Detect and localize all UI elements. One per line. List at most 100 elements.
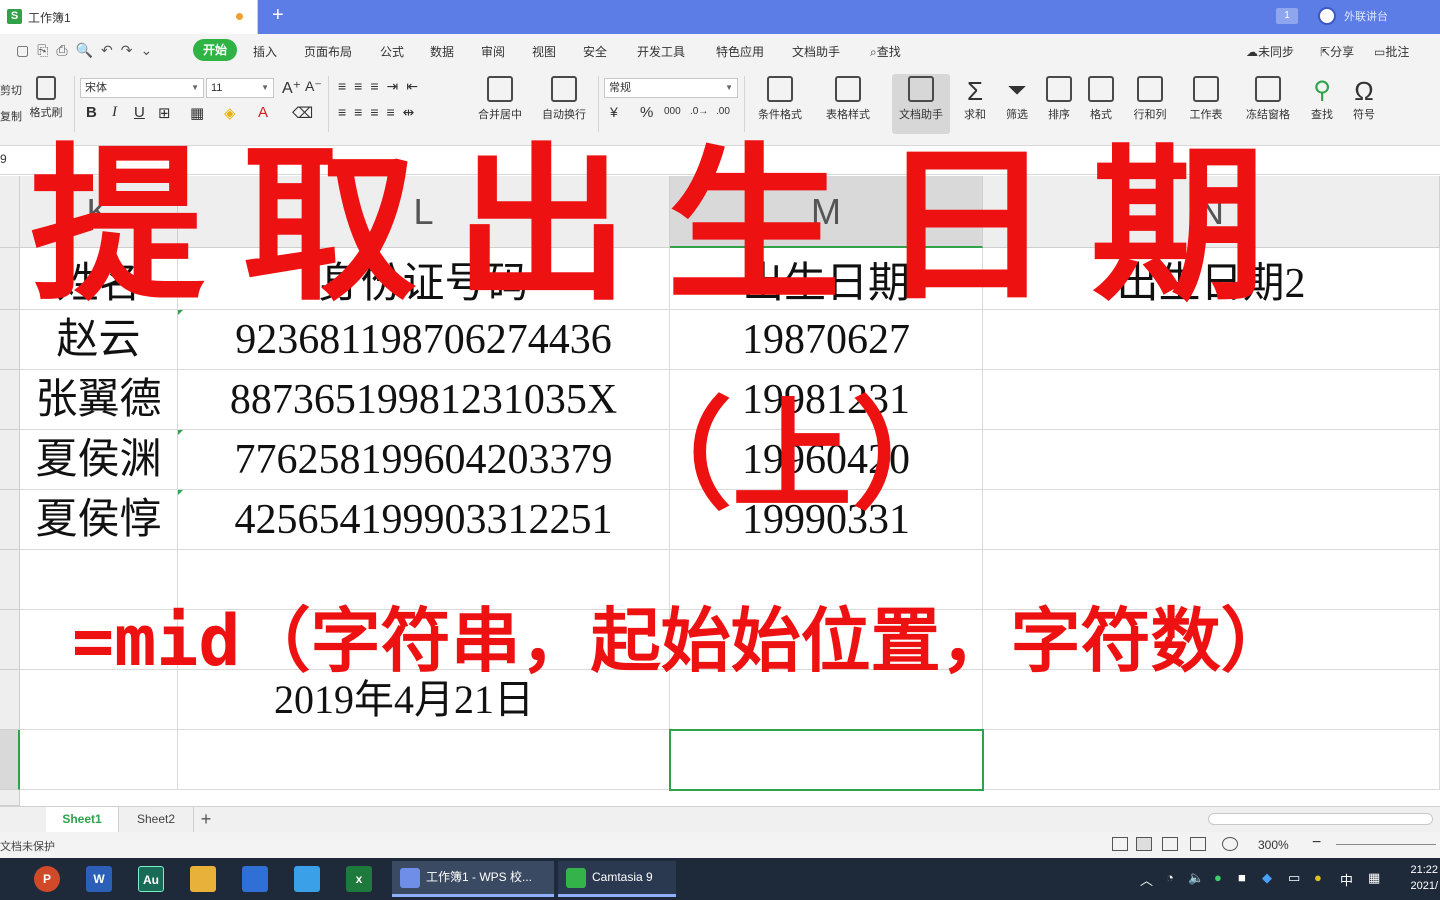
font-size-decrease-icon[interactable]: A⁻ <box>305 78 322 95</box>
user-avatar[interactable] <box>1318 7 1336 25</box>
eraser-icon[interactable]: ⌫ <box>292 104 313 122</box>
wrap-text-button[interactable]: 自动换行 <box>536 76 592 122</box>
reading-mode-icon[interactable] <box>1190 837 1206 851</box>
border-icon[interactable]: ⊞ <box>158 104 171 122</box>
fullscreen-icon[interactable] <box>1112 837 1128 851</box>
font-name-select[interactable]: 宋体 ▼ <box>80 78 204 98</box>
menu-security[interactable]: 安全 <box>583 43 607 60</box>
normal-view-icon[interactable] <box>1136 837 1152 851</box>
menu-insert[interactable]: 插入 <box>253 43 277 60</box>
cell-l5[interactable]: 425654199903312251 <box>178 490 670 550</box>
find-button[interactable]: ⚲ 查找 <box>1302 76 1342 122</box>
cell-l3[interactable]: 88736519981231035X <box>178 370 670 430</box>
active-cell-selection[interactable] <box>669 729 984 791</box>
audition-icon[interactable]: Au <box>138 866 164 892</box>
merge-center-button[interactable]: 合并居中 <box>466 76 534 122</box>
ime-indicator[interactable]: 中 <box>1340 870 1353 889</box>
percent-button[interactable]: % <box>640 104 653 121</box>
tray-app2-icon[interactable]: ● <box>1314 870 1322 885</box>
tray-expand-icon[interactable]: ︿ <box>1140 870 1153 889</box>
format-painter-button[interactable]: 格式刷 <box>26 76 66 120</box>
word-icon[interactable]: W <box>86 866 112 892</box>
cell-k3[interactable]: 张翼德 <box>20 370 178 430</box>
quick-access-icons[interactable]: ▢⎘⎙🔍↶↷⌄ <box>16 42 160 59</box>
bird-app-icon[interactable] <box>294 866 320 892</box>
volume-icon[interactable]: 🔈 <box>1188 870 1204 886</box>
sort-button[interactable]: 排序 <box>1040 76 1078 122</box>
thousands-button[interactable]: 000 <box>664 106 681 117</box>
font-size-select[interactable]: 11 ▼ <box>206 78 274 98</box>
fill-pattern-icon[interactable]: ▦ <box>190 104 204 122</box>
comment-button[interactable]: ▭批注 <box>1374 43 1409 60</box>
share-button[interactable]: ⇱分享 <box>1320 43 1354 60</box>
row-header[interactable] <box>0 670 20 730</box>
cell-n4[interactable] <box>983 430 1440 490</box>
cell-k4[interactable]: 夏侯渊 <box>20 430 178 490</box>
row-header[interactable] <box>0 370 20 430</box>
eye-protection-icon[interactable] <box>1222 837 1238 851</box>
number-format-select[interactable]: 常规 ▼ <box>604 78 738 98</box>
row-header-selected[interactable] <box>0 730 20 790</box>
conditional-format-button[interactable]: 条件格式 <box>748 76 812 122</box>
copy-button[interactable]: 复制 <box>0 108 22 124</box>
taskbar-window-camtasia[interactable]: Camtasia 9 <box>558 861 676 897</box>
zoom-slider[interactable] <box>1336 844 1436 845</box>
workbook-tab[interactable]: S 工作簿1 <box>0 0 258 34</box>
menu-data[interactable]: 数据 <box>430 43 454 60</box>
tray-app-icon[interactable]: ■ <box>1238 870 1246 885</box>
excel-icon[interactable]: x <box>346 866 372 892</box>
align-horizontal-icons[interactable]: ≡≡≡≡⇹ <box>338 104 422 121</box>
cell-n3[interactable] <box>983 370 1440 430</box>
network-icon[interactable]: ◔ <box>1166 870 1174 885</box>
horizontal-scrollbar[interactable] <box>1208 813 1433 825</box>
menu-features[interactable]: 特色应用 <box>716 43 764 60</box>
new-tab-button[interactable]: + <box>272 4 284 27</box>
table-style-button[interactable]: 表格样式 <box>816 76 880 122</box>
cell-k5[interactable]: 夏侯惇 <box>20 490 178 550</box>
menu-developer[interactable]: 开发工具 <box>637 43 685 60</box>
app-icon[interactable] <box>242 866 268 892</box>
menu-search[interactable]: ⌕查找 <box>870 43 901 60</box>
underline-button[interactable]: U <box>134 104 145 121</box>
fill-color-icon[interactable]: ◈ <box>224 104 236 122</box>
keyboard-icon[interactable]: ▦ <box>1368 870 1380 886</box>
currency-icon[interactable]: ¥ <box>610 104 618 120</box>
worksheet-button[interactable]: 工作表 <box>1180 76 1232 122</box>
menu-start[interactable]: 开始 <box>193 39 237 61</box>
name-box[interactable]: 9 <box>0 152 7 166</box>
align-top-icons[interactable]: ≡≡≡⇥⇤ <box>338 78 426 95</box>
account-label[interactable]: 外联讲台 <box>1344 8 1428 24</box>
doc-assistant-button[interactable]: 文档助手 <box>894 76 948 122</box>
freeze-panes-button[interactable]: 冻结窗格 <box>1236 76 1300 122</box>
bold-button[interactable]: B <box>86 104 97 121</box>
menu-formulas[interactable]: 公式 <box>380 43 404 60</box>
zoom-out-icon[interactable]: − <box>1312 834 1321 852</box>
shield-icon[interactable]: ◆ <box>1262 870 1272 886</box>
cell-k9[interactable] <box>20 730 178 790</box>
powerpoint-icon[interactable]: P <box>34 866 60 892</box>
page-break-view-icon[interactable] <box>1162 837 1178 851</box>
taskbar-window-wps[interactable]: 工作簿1 - WPS 校... <box>392 861 554 897</box>
row-header[interactable] <box>0 310 20 370</box>
cut-button[interactable]: 剪切 <box>0 82 22 98</box>
format-button[interactable]: 格式 <box>1082 76 1120 122</box>
menu-review[interactable]: 审阅 <box>481 43 505 60</box>
add-sheet-button[interactable]: + <box>196 807 216 832</box>
row-header[interactable] <box>0 610 20 670</box>
italic-button[interactable]: I <box>112 104 117 121</box>
file-explorer-icon[interactable] <box>190 866 216 892</box>
cell-l9[interactable] <box>178 730 670 790</box>
increase-decimal-icon[interactable]: .0→ <box>690 106 708 117</box>
row-header[interactable] <box>0 490 20 550</box>
sheet-tab-sheet2[interactable]: Sheet2 <box>118 807 194 832</box>
system-clock[interactable]: 21:22 2021/ <box>1410 862 1438 894</box>
font-size-increase-icon[interactable]: A⁺ <box>282 78 301 98</box>
cell-n5[interactable] <box>983 490 1440 550</box>
row-header[interactable] <box>0 790 20 806</box>
cell-l4[interactable]: 776258199604203379 <box>178 430 670 490</box>
sync-status[interactable]: ☁未同步 <box>1246 43 1294 60</box>
menu-doc-assistant[interactable]: 文档助手 <box>792 43 840 60</box>
battery-icon[interactable]: ▭ <box>1288 870 1300 886</box>
sum-button[interactable]: Σ 求和 <box>956 76 994 122</box>
select-all-corner[interactable] <box>0 176 20 248</box>
